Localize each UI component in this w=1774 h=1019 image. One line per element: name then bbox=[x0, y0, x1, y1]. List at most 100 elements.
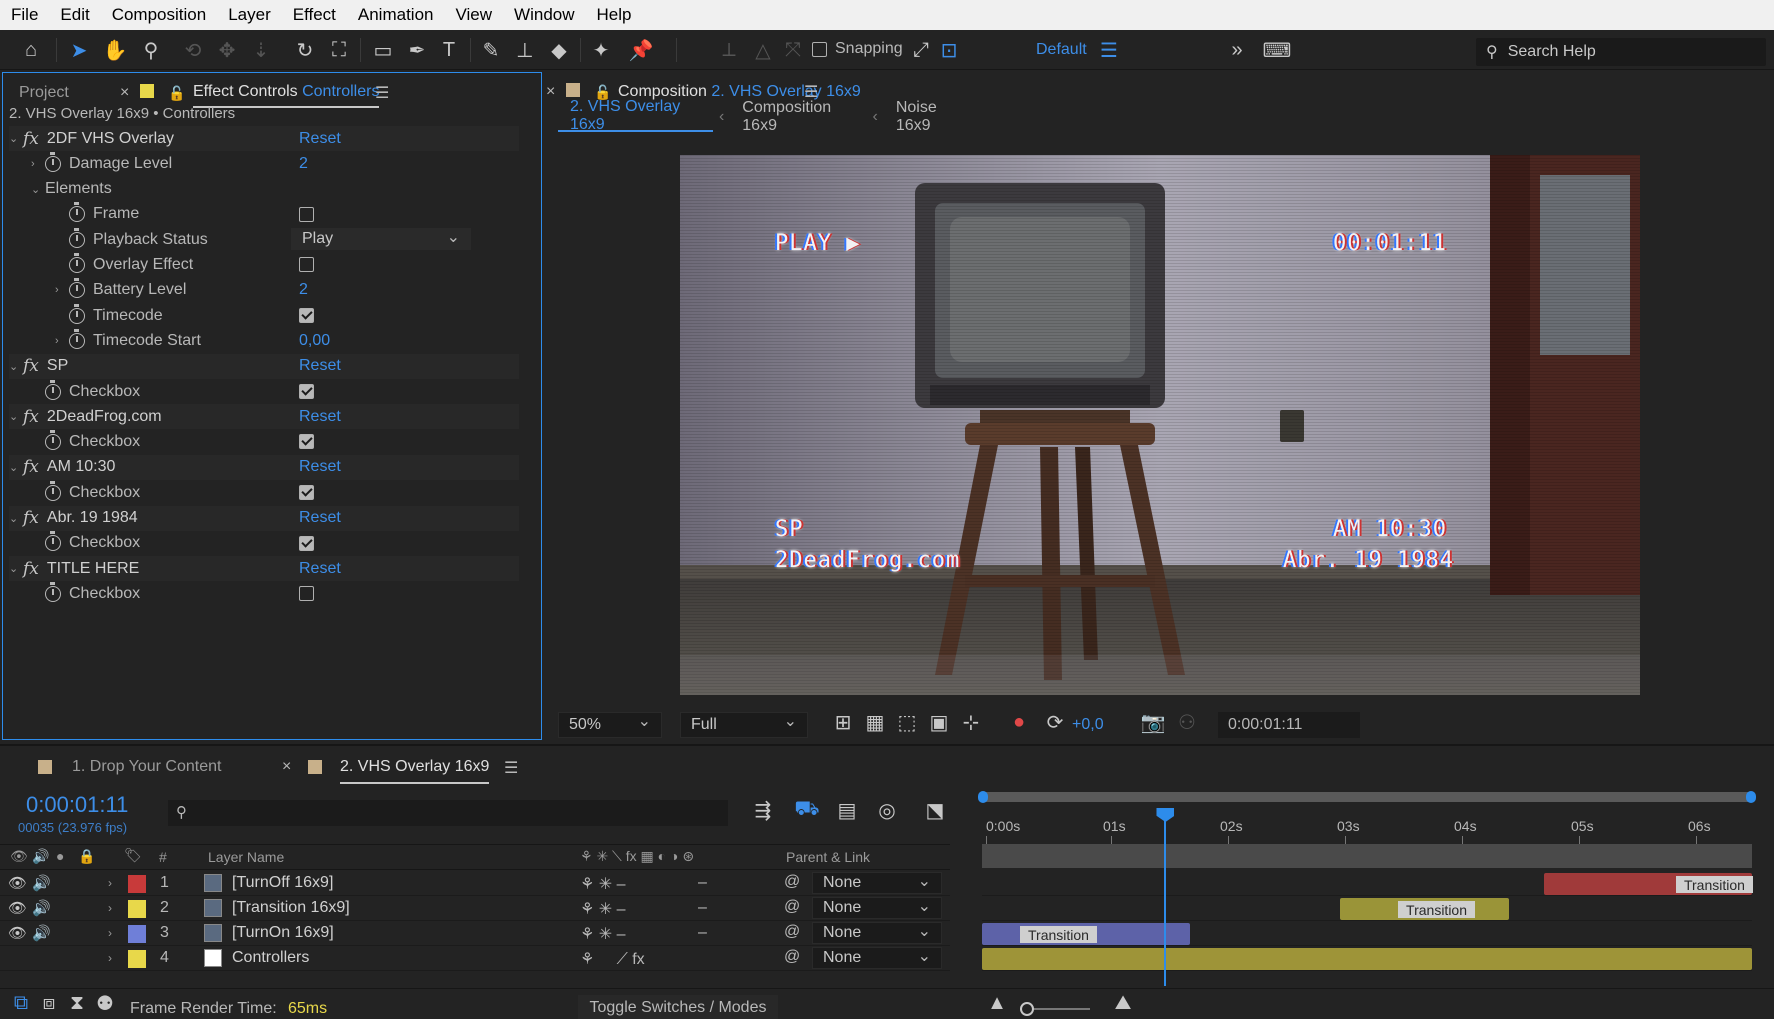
fast-previews-icon[interactable]: ⊞ bbox=[828, 708, 858, 736]
parent-dropdown[interactable]: None bbox=[812, 871, 942, 894]
search-help[interactable]: ⚲ Search Help bbox=[1476, 38, 1766, 66]
zoom-in-icon[interactable]: ⛰ bbox=[1108, 989, 1138, 1017]
layer-label-color[interactable] bbox=[128, 950, 146, 968]
work-area-range[interactable] bbox=[982, 844, 1752, 868]
property-checkbox[interactable] bbox=[299, 257, 314, 273]
breadcrumb-item[interactable]: Composition 16x9 bbox=[730, 99, 866, 135]
menu-edit[interactable]: Edit bbox=[49, 5, 100, 25]
effect-header-row[interactable]: ⌄ fx 2DeadFrog.com Reset bbox=[9, 404, 519, 430]
eye-icon[interactable]: 👁 bbox=[8, 875, 27, 892]
layer-row[interactable]: 👁 🔊 › 1 [TurnOff 16x9] ⚘ ✳ – – @ None bbox=[0, 871, 950, 896]
menu-window[interactable]: Window bbox=[503, 5, 585, 25]
close-icon[interactable]: × bbox=[120, 84, 129, 102]
layer-duration-bar[interactable]: Transition bbox=[1340, 898, 1510, 920]
clone-stamp-tool-icon[interactable]: ⊥ bbox=[510, 36, 540, 64]
breadcrumb-item[interactable]: 2. VHS Overlay 16x9 bbox=[558, 98, 713, 133]
snap-icon[interactable]: ⤧ bbox=[778, 36, 808, 64]
pick-whip-icon[interactable]: @ bbox=[784, 898, 800, 916]
menu-file[interactable]: File bbox=[0, 5, 49, 25]
search-input[interactable]: Search Help bbox=[1508, 43, 1596, 61]
effect-header-row[interactable]: ⌄ fx Abr. 19 1984 Reset bbox=[9, 505, 519, 531]
render-time-icon[interactable]: ⚉ bbox=[90, 989, 120, 1017]
pan-tool-icon[interactable]: ✥ bbox=[212, 36, 242, 64]
reset-exposure-icon[interactable]: ⟳ bbox=[1040, 708, 1070, 736]
layer-mode-switch[interactable]: – bbox=[698, 899, 707, 917]
stopwatch-icon[interactable] bbox=[45, 430, 61, 451]
playhead[interactable] bbox=[1156, 808, 1175, 986]
layer-switches-icon[interactable]: ⧉ bbox=[6, 989, 36, 1017]
chevron-down-icon[interactable]: ⌄ bbox=[31, 183, 45, 196]
pick-whip-icon[interactable]: @ bbox=[784, 948, 800, 966]
exposure-value[interactable]: +0,0 bbox=[1072, 716, 1104, 734]
menu-view[interactable]: View bbox=[445, 5, 504, 25]
property-value[interactable]: 2 bbox=[299, 155, 308, 173]
layer-name[interactable]: [Transition 16x9] bbox=[232, 899, 350, 917]
layer-label-color[interactable] bbox=[128, 925, 146, 943]
zoom-tool-icon[interactable]: ⚲ bbox=[136, 36, 166, 64]
orbit-tool-icon[interactable]: ⟲ bbox=[178, 36, 208, 64]
property-checkbox[interactable] bbox=[299, 206, 314, 222]
layer-label-color[interactable] bbox=[128, 900, 146, 918]
eye-icon[interactable]: 👁 bbox=[8, 925, 27, 942]
breadcrumb-item[interactable]: Noise 16x9 bbox=[884, 99, 978, 135]
chevron-down-icon[interactable]: ⌄ bbox=[9, 410, 23, 423]
zoom-dropdown[interactable]: 50% bbox=[558, 711, 662, 738]
mask-visibility-icon[interactable]: ⬚ bbox=[892, 708, 922, 736]
zoom-out-icon[interactable]: ▲ bbox=[982, 989, 1012, 1017]
eye-icon[interactable]: 👁 bbox=[8, 900, 27, 917]
audio-icon[interactable]: 🔊 bbox=[32, 925, 51, 942]
home-icon[interactable]: ⌂ bbox=[16, 36, 46, 64]
rotate-tool-icon[interactable]: ↻ bbox=[290, 36, 320, 64]
distribute-icon[interactable]: △ bbox=[748, 36, 778, 64]
time-ruler[interactable]: 0:00s 01s 02s 03s 04s 05s 06s bbox=[982, 808, 1752, 844]
fx-icon[interactable]: fx bbox=[23, 129, 39, 149]
work-area-bar[interactable] bbox=[978, 791, 1756, 803]
pen-tool-icon[interactable]: ✒ bbox=[402, 36, 432, 64]
menu-help[interactable]: Help bbox=[586, 5, 643, 25]
stopwatch-icon[interactable] bbox=[45, 379, 61, 400]
property-value[interactable]: 0,00 bbox=[299, 332, 330, 350]
stopwatch-icon[interactable] bbox=[69, 278, 85, 299]
layer-name[interactable]: [TurnOn 16x9] bbox=[232, 924, 334, 942]
layer-mode-switch[interactable]: – bbox=[698, 874, 707, 892]
snapshot-icon[interactable]: 📷 bbox=[1138, 708, 1168, 736]
reset-link[interactable]: Reset bbox=[299, 509, 341, 527]
stopwatch-icon[interactable] bbox=[69, 202, 85, 223]
parent-dropdown[interactable]: None bbox=[812, 896, 942, 919]
reset-link[interactable]: Reset bbox=[299, 130, 341, 148]
selection-tool-icon[interactable]: ➤ bbox=[64, 36, 94, 64]
menu-composition[interactable]: Composition bbox=[101, 5, 218, 25]
stopwatch-icon[interactable] bbox=[69, 227, 85, 248]
parent-dropdown[interactable]: None bbox=[812, 921, 942, 944]
chevron-down-icon[interactable]: ⌄ bbox=[9, 562, 23, 575]
layer-row[interactable]: 👁 🔊 › 2 [Transition 16x9] ⚘ ✳ – – @ None bbox=[0, 896, 950, 921]
chevron-right-icon[interactable]: › bbox=[55, 335, 69, 347]
fx-icon[interactable]: fx bbox=[23, 559, 39, 579]
tab-vhs-overlay[interactable]: 2. VHS Overlay 16x9 bbox=[340, 758, 490, 784]
snapping-toggle[interactable]: Snapping bbox=[812, 40, 903, 58]
fx-icon[interactable]: fx bbox=[23, 508, 39, 528]
show-snapshot-icon[interactable]: ⚇ bbox=[1172, 708, 1202, 736]
pick-whip-icon[interactable]: @ bbox=[784, 873, 800, 891]
graph-editor-icon[interactable]: ⬔ bbox=[920, 796, 950, 824]
chevron-right-icon[interactable]: › bbox=[55, 284, 69, 296]
chevron-right-icon[interactable]: › bbox=[108, 901, 112, 915]
composition-viewer[interactable]: PLAY ▶ 00:01:11 SP 2DeadFrog.com AM 10:3… bbox=[680, 155, 1640, 695]
effect-header-row[interactable]: ⌄ fx SP Reset bbox=[9, 353, 519, 379]
stopwatch-icon[interactable] bbox=[45, 581, 61, 602]
panel-menu-icon[interactable]: ☰ bbox=[504, 758, 518, 778]
puppet-pin-tool-icon[interactable]: 📌 bbox=[626, 36, 656, 64]
panel-menu-icon[interactable]: ☰ bbox=[375, 83, 389, 103]
workspace-menu-icon[interactable]: ☰ bbox=[1094, 36, 1124, 64]
property-checkbox[interactable] bbox=[299, 586, 314, 602]
pick-whip-icon[interactable]: @ bbox=[784, 923, 800, 941]
audio-icon[interactable]: 🔊 bbox=[32, 875, 51, 892]
property-checkbox[interactable] bbox=[299, 434, 314, 450]
timeline-current-time[interactable]: 0:00:01:11 bbox=[26, 792, 128, 818]
layer-marker-label[interactable]: Transition bbox=[1675, 876, 1753, 893]
layer-search-input[interactable]: ⚲ bbox=[168, 800, 728, 826]
type-tool-icon[interactable]: T bbox=[434, 36, 464, 64]
channels-icon[interactable]: ● bbox=[1004, 708, 1034, 736]
workspace-default[interactable]: Default bbox=[1036, 41, 1087, 59]
chevron-down-icon[interactable]: ⌄ bbox=[9, 461, 23, 474]
